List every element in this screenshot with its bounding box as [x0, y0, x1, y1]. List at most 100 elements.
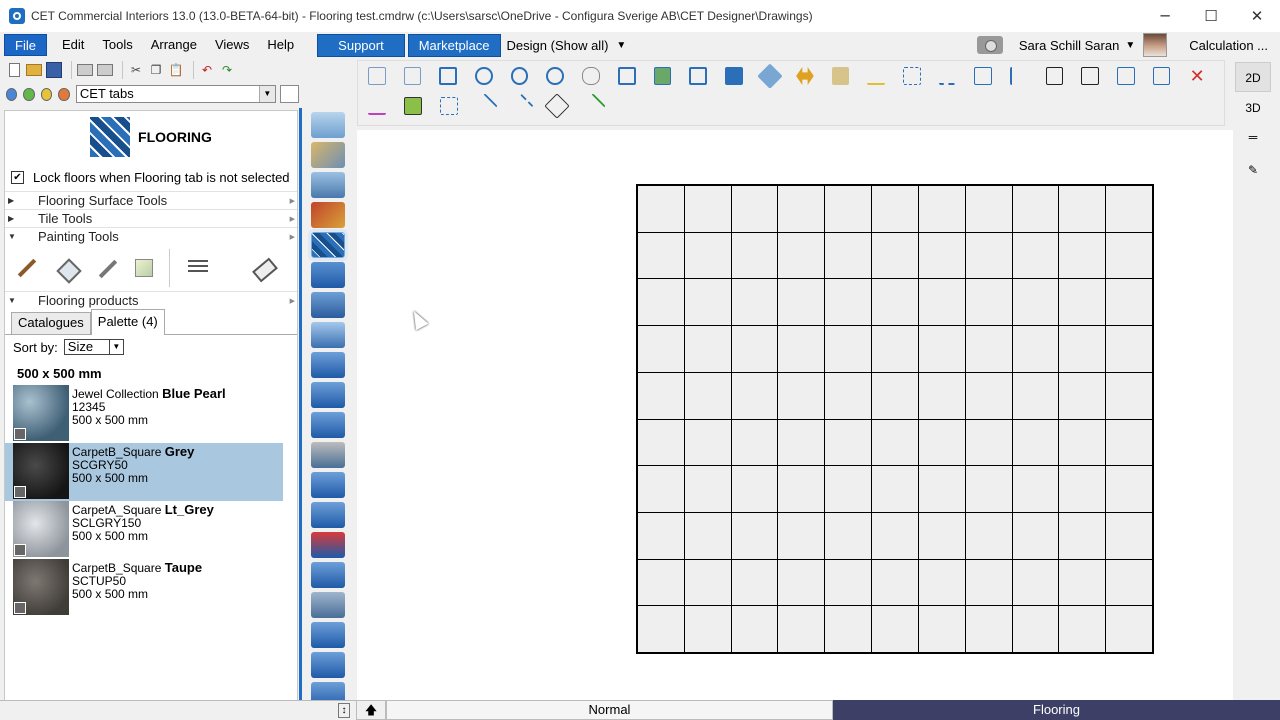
edit-note-icon[interactable]: ✎	[1235, 155, 1271, 185]
floor-tile[interactable]	[731, 606, 778, 652]
floor-tile[interactable]	[918, 326, 965, 372]
frame-icon[interactable]	[689, 67, 707, 85]
tab-lighting-icon[interactable]	[311, 322, 345, 348]
tab-laptop-icon[interactable]	[311, 442, 345, 468]
floor-tile[interactable]	[872, 419, 918, 466]
floor-tile[interactable]	[1106, 232, 1152, 279]
select-line-icon[interactable]	[938, 67, 957, 85]
floor-tile[interactable]	[918, 279, 965, 326]
image-icon[interactable]	[653, 67, 672, 85]
tab-ramp-icon[interactable]	[311, 592, 345, 618]
section-flooring-surface-tools[interactable]: ▶ Flooring Surface Tools ▶	[5, 191, 297, 209]
floor-tile[interactable]	[638, 466, 684, 512]
floor-tile[interactable]	[918, 512, 965, 559]
section-tile-tools[interactable]: ▶ Tile Tools ▶	[5, 209, 297, 227]
tab-tools-icon[interactable]	[311, 142, 345, 168]
floor-tile[interactable]	[872, 186, 918, 232]
floor-tile[interactable]	[731, 279, 778, 326]
floor-tile[interactable]	[1012, 232, 1059, 279]
floor-tile[interactable]	[638, 512, 684, 559]
document-icon[interactable]	[831, 67, 850, 85]
floor-tile[interactable]	[825, 186, 872, 232]
calculation-button[interactable]: Calculation ...	[1189, 38, 1268, 53]
list-item[interactable]: CarpetB_Square Taupe SCTUP50 500 x 500 m…	[5, 559, 283, 617]
floor-tile[interactable]	[1059, 279, 1106, 326]
diagonal-measure-icon[interactable]	[580, 93, 606, 119]
section-painting-tools[interactable]: ▼ Painting Tools ▶	[5, 227, 297, 245]
floor-tile[interactable]	[965, 372, 1012, 419]
user-chevron-down-icon[interactable]: ▼	[1125, 40, 1135, 51]
floor-tile[interactable]	[1059, 466, 1106, 512]
floor-tile[interactable]	[684, 466, 731, 512]
tab-more-icon[interactable]	[311, 682, 345, 700]
resize-handle-icon[interactable]: ↕	[338, 703, 350, 718]
tab-utensils-icon[interactable]	[311, 292, 345, 318]
marketplace-button[interactable]: Marketplace	[407, 33, 501, 57]
tab-catalogues[interactable]: Catalogues	[11, 312, 91, 334]
align-icon[interactable]	[1152, 67, 1171, 85]
floor-tile[interactable]	[825, 606, 872, 652]
tab-walls-icon[interactable]	[311, 112, 345, 138]
minimize-button[interactable]: ─	[1142, 0, 1188, 32]
floor-tile[interactable]	[638, 232, 684, 279]
zoom-extents-icon[interactable]	[439, 67, 458, 85]
floor-tile[interactable]	[1012, 466, 1059, 512]
floor-tile[interactable]	[872, 606, 918, 652]
list-icon[interactable]	[186, 256, 210, 280]
tab-shelves-icon[interactable]	[311, 622, 345, 648]
material-swatch-icon[interactable]	[135, 259, 153, 277]
tabs-menu-icon[interactable]	[279, 85, 300, 103]
floor-tile[interactable]	[731, 186, 778, 232]
floor-tile[interactable]	[731, 419, 778, 466]
delete-icon[interactable]: ✕	[1188, 67, 1206, 85]
report-icon[interactable]	[724, 67, 743, 85]
paste-icon[interactable]: 📋	[168, 62, 184, 78]
pan-hand-icon[interactable]	[582, 67, 600, 85]
tab-people-icon[interactable]	[311, 262, 345, 288]
floor-tile[interactable]	[918, 606, 965, 652]
floor-tile[interactable]	[684, 372, 731, 419]
floor-tile[interactable]	[872, 326, 918, 372]
floor-tile-grid[interactable]	[636, 184, 1154, 654]
sort-select[interactable]: Size ▼	[63, 339, 124, 355]
avatar[interactable]	[1143, 33, 1168, 57]
floor-tile[interactable]	[872, 512, 918, 559]
floor-tile[interactable]	[825, 279, 872, 326]
list-item[interactable]: CarpetA_Square Lt_Grey SCLGRY150 500 x 5…	[5, 501, 283, 559]
floor-tile[interactable]	[1012, 419, 1059, 466]
copy-icon[interactable]: ❐	[148, 62, 164, 78]
floor-tile[interactable]	[965, 419, 1012, 466]
green-circle-icon[interactable]	[23, 87, 35, 101]
open-folder-icon[interactable]	[26, 64, 42, 76]
cet-tabs-select[interactable]: CET tabs ▼	[75, 85, 276, 103]
floor-tile[interactable]	[1106, 559, 1152, 606]
floor-tile[interactable]	[918, 466, 965, 512]
floor-tile[interactable]	[731, 232, 778, 279]
floor-tile[interactable]	[1059, 512, 1106, 559]
tab-beam-icon[interactable]	[311, 502, 345, 528]
floor-tile[interactable]	[1106, 419, 1152, 466]
undo-icon[interactable]: ↶	[199, 62, 215, 78]
menu-tools[interactable]: Tools	[93, 34, 141, 56]
floor-tile[interactable]	[778, 419, 825, 466]
floor-tile[interactable]	[684, 512, 731, 559]
floor-tile[interactable]	[825, 419, 872, 466]
floor-tile[interactable]	[1012, 279, 1059, 326]
floor-tile[interactable]	[778, 232, 825, 279]
camera-icon[interactable]	[976, 36, 1003, 54]
zoom-out-icon[interactable]	[510, 67, 529, 85]
lock-floors-checkbox[interactable]: ✔	[11, 170, 24, 184]
tab-hvac-icon[interactable]	[311, 352, 345, 378]
menu-views[interactable]: Views	[206, 34, 258, 56]
menu-help[interactable]: Help	[258, 34, 303, 56]
floor-tile[interactable]	[918, 559, 965, 606]
yellow-circle-icon[interactable]	[40, 87, 53, 101]
floor-tile[interactable]	[1012, 186, 1059, 232]
zoom-window-icon[interactable]	[546, 67, 565, 85]
design-dropdown[interactable]: Design (Show all) ▼	[507, 38, 627, 53]
view-2d-button[interactable]: 2D	[1235, 62, 1271, 92]
floor-tile[interactable]	[825, 232, 872, 279]
floor-tile[interactable]	[778, 186, 825, 232]
floor-tile[interactable]	[638, 279, 684, 326]
floor-tile[interactable]	[872, 466, 918, 512]
